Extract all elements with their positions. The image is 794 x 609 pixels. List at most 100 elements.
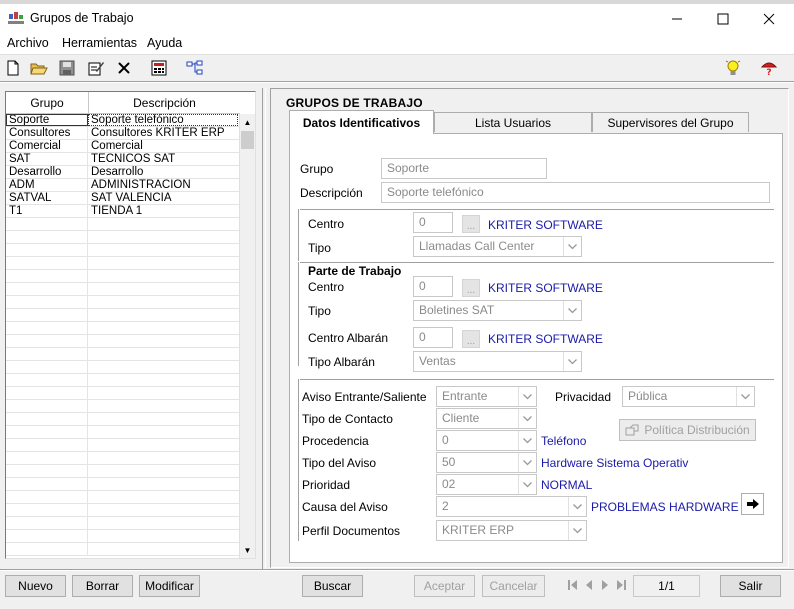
list-item-empty[interactable] (6, 465, 240, 478)
menu-herramientas[interactable]: Herramientas (62, 36, 137, 50)
tipo-contacto-select[interactable]: Cliente (436, 408, 537, 429)
descripcion-field[interactable]: Soporte telefónico (381, 182, 770, 203)
list-item-empty[interactable] (6, 257, 240, 270)
list-item-empty[interactable] (6, 400, 240, 413)
menu-ayuda[interactable]: Ayuda (147, 36, 182, 50)
minimize-button[interactable] (654, 4, 700, 34)
nuevo-button[interactable]: Nuevo (5, 575, 66, 597)
splitter[interactable] (262, 88, 266, 570)
chevron-down-icon[interactable] (563, 352, 581, 371)
list-item-empty[interactable] (6, 296, 240, 309)
list-item-empty[interactable] (6, 452, 240, 465)
list-item-empty[interactable] (6, 218, 240, 231)
modificar-button[interactable]: Modificar (139, 575, 200, 597)
lightbulb-icon[interactable] (723, 58, 743, 78)
centro-lookup-button[interactable]: ... (462, 215, 480, 233)
list-item-empty[interactable] (6, 478, 240, 491)
list-item[interactable]: Desarrollo Desarrollo (6, 166, 240, 179)
list-item[interactable]: T1 TIENDA 1 (6, 205, 240, 218)
aviso-select[interactable]: Entrante (436, 386, 537, 407)
chevron-down-icon[interactable] (568, 497, 586, 516)
chevron-down-icon[interactable] (518, 431, 536, 450)
first-record-icon[interactable] (566, 578, 580, 592)
save-icon[interactable] (57, 58, 77, 78)
new-document-icon[interactable] (3, 58, 23, 78)
prioridad-select[interactable]: 02 (436, 474, 537, 495)
list-item[interactable]: Comercial Comercial (6, 140, 240, 153)
close-button[interactable] (746, 4, 792, 34)
parte-tipo-select[interactable]: Boletines SAT (413, 300, 582, 321)
help-icon[interactable]: ? (759, 58, 779, 78)
list-item-empty[interactable] (6, 530, 240, 543)
list-item-empty[interactable] (6, 244, 240, 257)
cancelar-button[interactable]: Cancelar (482, 575, 545, 597)
chevron-down-icon[interactable] (563, 237, 581, 256)
list-item-empty[interactable] (6, 413, 240, 426)
groups-list[interactable]: Grupo Descripción Soporte Soporte telefón… (5, 91, 256, 559)
tab-supervisores[interactable]: Supervisores del Grupo (592, 112, 749, 132)
list-item-empty[interactable] (6, 439, 240, 452)
list-item-empty[interactable] (6, 387, 240, 400)
tab-lista-usuarios[interactable]: Lista Usuarios (434, 112, 592, 132)
tree-structure-icon[interactable] (185, 58, 205, 78)
centro-albaran-field[interactable]: 0 (413, 327, 453, 348)
perfil-select[interactable]: KRITER ERP (436, 520, 587, 541)
causa-detail-button[interactable] (741, 493, 764, 515)
list-item-empty[interactable] (6, 374, 240, 387)
list-item-empty[interactable] (6, 283, 240, 296)
tipo-select[interactable]: Llamadas Call Center (413, 236, 582, 257)
list-item-empty[interactable] (6, 504, 240, 517)
last-record-icon[interactable] (614, 578, 628, 592)
list-item-empty[interactable] (6, 361, 240, 374)
list-item-empty[interactable] (6, 543, 240, 556)
edit-icon[interactable] (86, 58, 106, 78)
list-item-empty[interactable] (6, 335, 240, 348)
tab-datos-identificativos[interactable]: Datos Identificativos (289, 110, 434, 134)
borrar-button[interactable]: Borrar (72, 575, 133, 597)
scroll-up-icon[interactable]: ▲ (240, 114, 255, 130)
column-header-grupo[interactable]: Grupo (6, 92, 89, 114)
list-item[interactable]: Consultores Consultores KRITER ERP (6, 127, 240, 140)
list-item[interactable]: SATVAL SAT VALENCIA (6, 192, 240, 205)
list-item[interactable]: Soporte Soporte telefónico (6, 114, 240, 127)
buscar-button[interactable]: Buscar (302, 575, 363, 597)
salir-button[interactable]: Salir (720, 575, 781, 597)
list-item-empty[interactable] (6, 322, 240, 335)
chevron-down-icon[interactable] (563, 301, 581, 320)
list-scrollbar[interactable]: ▲ ▼ (239, 114, 255, 558)
tipo-albaran-select[interactable]: Ventas (413, 351, 582, 372)
next-record-icon[interactable] (598, 578, 612, 592)
aceptar-button[interactable]: Aceptar (414, 575, 475, 597)
list-item-empty[interactable] (6, 517, 240, 530)
calculator-icon[interactable] (149, 58, 169, 78)
list-item-empty[interactable] (6, 348, 240, 361)
list-item[interactable]: ADM ADMINISTRACION (6, 179, 240, 192)
tipo-aviso-select[interactable]: 50 (436, 452, 537, 473)
list-item-empty[interactable] (6, 309, 240, 322)
scroll-thumb[interactable] (241, 131, 254, 149)
centro-albaran-lookup-button[interactable]: ... (462, 330, 480, 348)
parte-centro-lookup-button[interactable]: ... (462, 279, 480, 297)
list-item-empty[interactable] (6, 491, 240, 504)
chevron-down-icon[interactable] (568, 521, 586, 540)
politica-distribucion-button[interactable]: Política Distribución (619, 419, 756, 441)
parte-centro-field[interactable]: 0 (413, 276, 453, 297)
open-folder-icon[interactable] (29, 58, 49, 78)
privacidad-select[interactable]: Pública (622, 386, 755, 407)
list-item-empty[interactable] (6, 231, 240, 244)
scroll-down-icon[interactable]: ▼ (240, 542, 255, 558)
menu-archivo[interactable]: Archivo (7, 36, 49, 50)
list-item[interactable]: SAT TECNICOS SAT (6, 153, 240, 166)
delete-icon[interactable] (114, 58, 134, 78)
column-header-descripcion[interactable]: Descripción (89, 92, 240, 114)
list-item-empty[interactable] (6, 270, 240, 283)
chevron-down-icon[interactable] (736, 387, 754, 406)
maximize-button[interactable] (700, 4, 746, 34)
chevron-down-icon[interactable] (518, 453, 536, 472)
procedencia-select[interactable]: 0 (436, 430, 537, 451)
previous-record-icon[interactable] (582, 578, 596, 592)
grupo-field[interactable]: Soporte (381, 158, 547, 179)
causa-select[interactable]: 2 (436, 496, 587, 517)
chevron-down-icon[interactable] (518, 387, 536, 406)
chevron-down-icon[interactable] (518, 475, 536, 494)
